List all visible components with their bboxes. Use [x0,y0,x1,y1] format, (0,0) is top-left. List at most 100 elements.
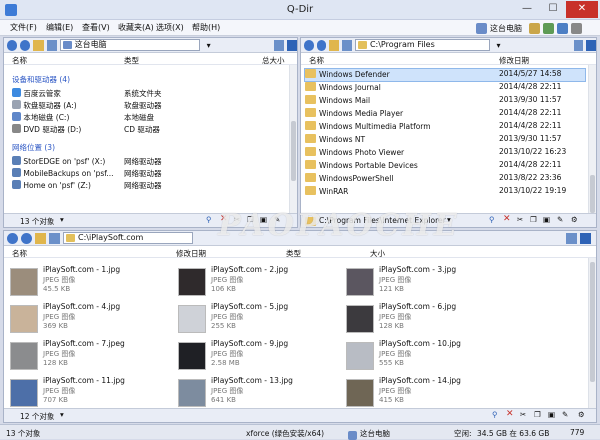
back-icon[interactable] [304,39,314,51]
cut-icon[interactable]: ✂ [517,215,523,224]
col-size[interactable]: 总大小 [262,55,285,66]
menu-file[interactable]: 文件(F) [10,22,37,33]
layout-icon[interactable] [557,22,568,34]
refresh-icon[interactable] [543,22,554,34]
layout-icon[interactable] [586,39,596,51]
file-tile[interactable]: iPlaySoft.com - 11.jpg JPEG 图像 707 KB [10,376,180,412]
delete-icon[interactable]: ✕ [503,214,511,224]
count-dropdown-icon[interactable]: ▾ [60,410,64,419]
file-tile[interactable]: iPlaySoft.com - 5.jpg JPEG 图像 255 KB [178,302,348,338]
table-row[interactable]: Windows Multimedia Platform 2014/4/28 22:… [305,121,585,133]
view-mode-icon[interactable] [273,39,284,51]
copy-icon[interactable]: ❐ [247,215,254,224]
view-icon[interactable] [342,39,352,51]
forward-icon[interactable] [20,39,31,51]
copy-icon[interactable]: ❐ [534,410,541,419]
edit-icon[interactable]: ✎ [274,215,280,224]
copy-icon[interactable]: ❐ [530,215,537,224]
paste-icon[interactable]: ▣ [260,215,267,224]
table-row[interactable]: Windows Media Player 2014/4/28 22:11 [305,108,585,120]
back-icon[interactable] [7,39,18,51]
settings-icon[interactable]: ⚙ [578,410,585,419]
scrollbar-thumb[interactable] [291,121,296,181]
view-mode-icon[interactable] [573,39,584,51]
col-type[interactable]: 类型 [286,248,301,259]
col-type[interactable]: 类型 [124,55,139,66]
settings-icon[interactable]: ⚙ [571,215,578,224]
table-row[interactable]: Windows Portable Devices 2014/4/28 22:11 [305,160,585,172]
file-tile[interactable]: iPlaySoft.com - 9.jpg JPEG 图像 2.58 MB [178,339,348,375]
file-tile[interactable]: iPlaySoft.com - 13.jpg JPEG 图像 641 KB [178,376,348,412]
col-modified[interactable]: 修改日期 [499,55,529,66]
table-row[interactable]: Windows Journal 2014/4/28 22:11 [305,82,585,94]
view-icon[interactable] [46,39,57,51]
up-folder-icon[interactable] [35,232,46,244]
layout-icon[interactable] [286,39,297,51]
view-mode-icon[interactable] [566,232,577,244]
count-dropdown-icon[interactable]: ▾ [60,215,64,224]
minimize-button[interactable]: — [514,1,540,18]
table-row[interactable]: WindowsPowerShell 2013/8/22 23:36 [305,173,585,185]
address-bar[interactable]: 这台电脑 [59,39,200,51]
scrollbar[interactable] [289,65,297,215]
pin-icon[interactable]: ⚲ [492,410,498,419]
pin-icon[interactable]: ⚲ [489,215,495,224]
current-path[interactable]: C:\Program Files\Internet Explorer [319,216,446,225]
history-dropdown-icon[interactable]: ▾ [207,41,211,50]
pin-icon[interactable]: ⚲ [206,215,212,224]
col-name[interactable]: 名称 [309,55,324,66]
file-tile[interactable]: iPlaySoft.com - 1.jpg JPEG 图像 45.5 KB [10,265,180,301]
path-dropdown-icon[interactable]: ▾ [447,215,451,224]
file-tile[interactable]: iPlaySoft.com - 14.jpg JPEG 图像 415 KB [346,376,516,412]
up-folder-icon[interactable] [33,39,44,51]
address-bar[interactable]: C:\Program Files [354,39,490,51]
menubar-location[interactable]: 这台电脑 [490,23,522,34]
list-item[interactable]: 百度云管家 [12,88,61,100]
forward-icon[interactable] [21,232,32,244]
delete-icon[interactable]: ✕ [220,214,228,224]
scrollbar[interactable] [588,65,596,215]
file-tile[interactable]: iPlaySoft.com - 7.jpeg JPEG 图像 128 KB [10,339,180,375]
maximize-button[interactable]: ☐ [540,1,566,18]
close-button[interactable]: ✕ [566,1,598,18]
edit-icon[interactable]: ✎ [557,215,563,224]
layout-icon[interactable] [580,232,591,244]
col-name[interactable]: 名称 [12,55,27,66]
group-network[interactable]: 网络位置 (3) [12,142,55,153]
file-tile[interactable]: iPlaySoft.com - 10.jpg JPEG 图像 555 KB [346,339,516,375]
cut-icon[interactable]: ✂ [234,215,240,224]
file-tile[interactable]: iPlaySoft.com - 2.jpg JPEG 图像 106 KB [178,265,348,301]
scrollbar-thumb[interactable] [590,262,595,382]
table-row[interactable]: Windows Photo Viewer 2013/10/22 16:23 [305,147,585,159]
view-icon[interactable] [49,232,60,244]
col-size[interactable]: 大小 [370,248,385,259]
favorites-icon[interactable] [529,22,540,34]
menu-favorites[interactable]: 收藏夹(A) [118,22,154,33]
history-dropdown-icon[interactable]: ▾ [497,41,501,50]
list-item[interactable]: 本地磁盘 (C:) [12,112,69,124]
menu-edit[interactable]: 编辑(E) [46,22,73,33]
menu-options[interactable]: 选项(X) [156,22,184,33]
settings-icon[interactable] [571,22,582,34]
file-tile[interactable]: iPlaySoft.com - 3.jpg JPEG 图像 121 KB [346,265,516,301]
menu-view[interactable]: 查看(V) [82,22,110,33]
cut-icon[interactable]: ✂ [520,410,526,419]
edit-icon[interactable]: ✎ [562,410,568,419]
table-row[interactable]: Windows NT 2013/9/30 11:57 [305,134,585,146]
col-modified[interactable]: 修改日期 [176,248,206,259]
file-tile[interactable]: iPlaySoft.com - 4.jpg JPEG 图像 369 KB [10,302,180,338]
list-item[interactable]: MobileBackups on 'psf... [12,168,113,180]
back-icon[interactable] [7,232,18,244]
scrollbar[interactable] [588,258,596,408]
table-row[interactable]: Windows Defender 2014/5/27 14:58 [304,68,586,82]
col-name[interactable]: 名称 [12,248,27,259]
file-tile[interactable]: iPlaySoft.com - 6.jpg JPEG 图像 128 KB [346,302,516,338]
address-bar[interactable]: C:\iPlaySoft.com [63,232,193,244]
table-row[interactable]: Windows Mail 2013/9/30 11:57 [305,95,585,107]
table-row[interactable]: WinRAR 2013/10/22 19:19 [305,186,585,198]
list-item[interactable]: Home on 'psf' (Z:) [12,180,91,192]
menu-help[interactable]: 帮助(H) [192,22,220,33]
scrollbar-thumb[interactable] [590,175,595,213]
up-folder-icon[interactable] [329,39,340,51]
paste-icon[interactable]: ▣ [548,410,555,419]
